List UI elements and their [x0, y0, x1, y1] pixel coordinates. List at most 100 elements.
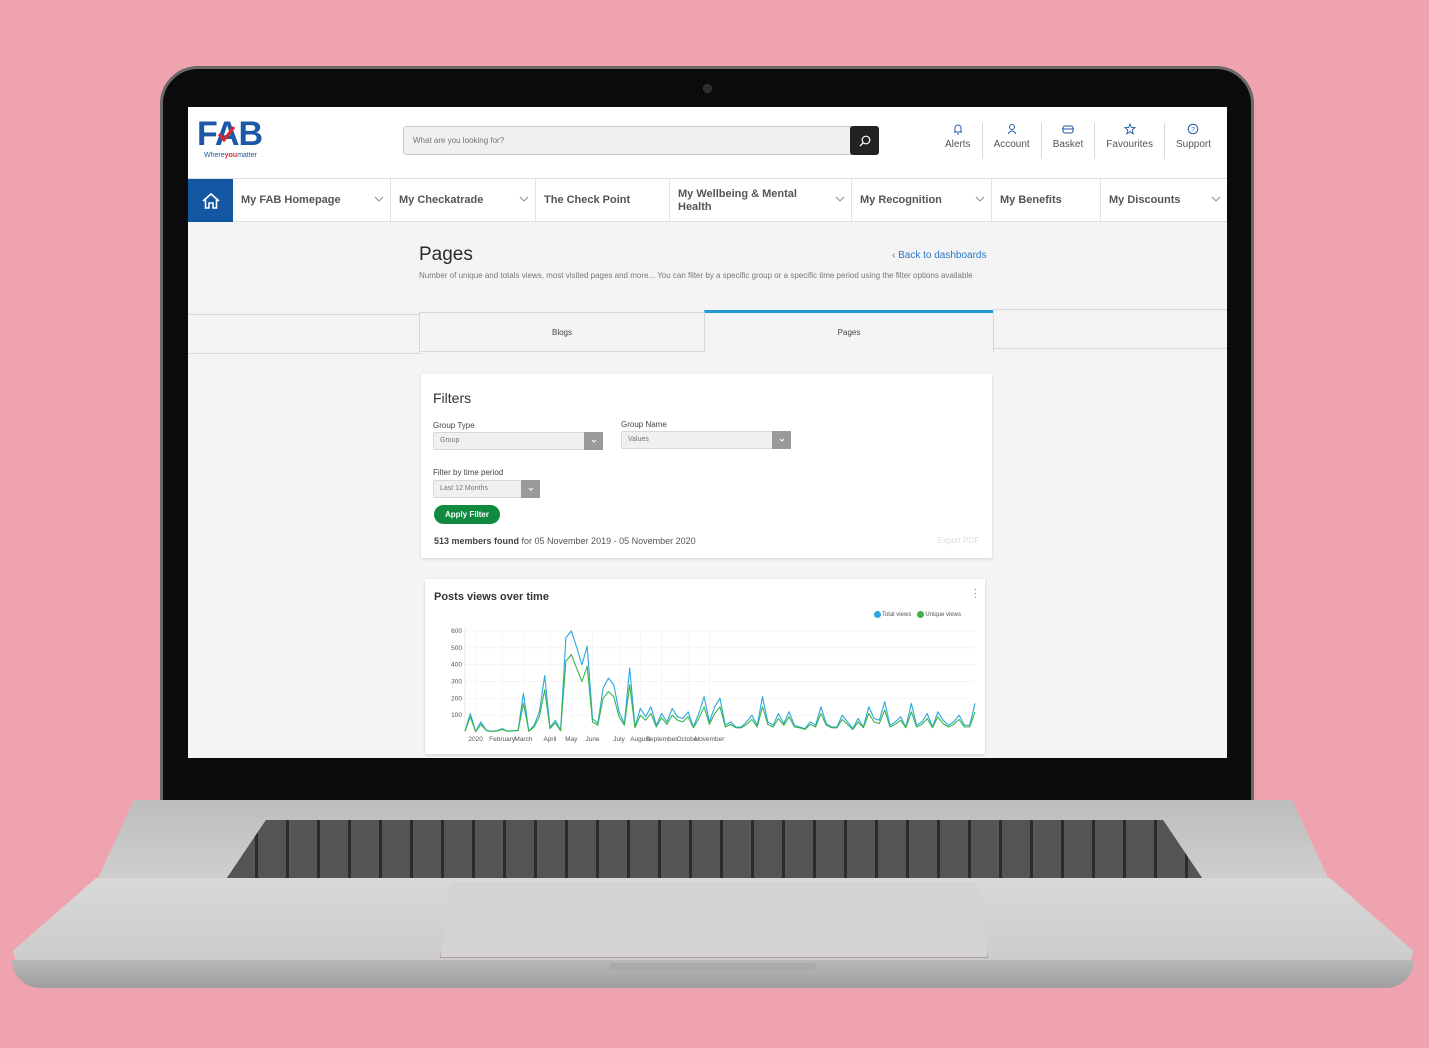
- fab-logo[interactable]: FA B Whereyoumatter: [197, 115, 263, 159]
- search-bar: [403, 126, 879, 155]
- bell-icon: [953, 124, 962, 135]
- group-name-value: Values: [628, 436, 649, 443]
- support-button[interactable]: ? Support: [1163, 123, 1222, 159]
- logo-wordmark: FA B: [197, 115, 263, 153]
- group-name-label: Group Name: [621, 420, 667, 429]
- line-chart: 100 200 300 400 500 600 2020 February March April…: [451, 627, 976, 743]
- x-tick-label: June: [585, 736, 599, 743]
- date-range: for 05 November 2019 - 05 November 2020: [519, 536, 696, 546]
- export-pdf-button[interactable]: Export PDF: [938, 536, 979, 545]
- time-period-value: Last 12 Months: [440, 485, 488, 492]
- more-options-icon[interactable]: · · ·: [974, 585, 977, 603]
- posts-views-chart-card: Posts views over time · · · Total views Un…: [425, 579, 985, 754]
- nav-item-label: My Wellbeing & Mental Health: [678, 187, 797, 213]
- group-name-dropdown-button[interactable]: [772, 431, 791, 449]
- tagline-part: matter: [237, 152, 257, 159]
- y-tick-label: 600: [451, 628, 462, 635]
- basket-icon: [1061, 125, 1074, 134]
- browser-viewport: FAB Whereyoumatter Alerts Account Basket: [188, 107, 1227, 758]
- nav-item-my-benefits[interactable]: My Benefits: [992, 179, 1101, 222]
- nav-item-label: My Benefits: [1000, 194, 1062, 206]
- apply-filter-button[interactable]: Apply Filter: [434, 505, 500, 524]
- chevron-down-icon: [1211, 196, 1221, 202]
- chevron-down-icon: [975, 196, 985, 202]
- chevron-down-icon: [519, 196, 529, 202]
- x-tick-label: November: [694, 736, 725, 743]
- results-summary: 513 members found for 05 November 2019 -…: [434, 536, 696, 546]
- x-tick-label: March: [514, 736, 532, 743]
- x-tick-label: May: [565, 736, 578, 743]
- favourites-button[interactable]: Favourites: [1094, 123, 1164, 159]
- members-found-count: 513 members found: [434, 536, 520, 546]
- page-description: Number of unique and totals views, most …: [419, 271, 973, 280]
- header-actions: Alerts Account Basket Favourites ? Suppo…: [934, 123, 1222, 159]
- nav-item-my-fab-homepage[interactable]: My FAB Homepage: [233, 179, 391, 222]
- tagline-part: Where: [204, 152, 225, 159]
- logo-letter-f: F: [197, 115, 216, 153]
- nav-item-label: My Recognition: [860, 194, 942, 206]
- group-type-value: Group: [440, 437, 460, 444]
- basket-label: Basket: [1052, 139, 1084, 150]
- tab-empty-left: [188, 314, 420, 354]
- home-icon: [201, 192, 220, 209]
- group-type-label: Group Type: [433, 421, 475, 430]
- chevron-down-icon: [779, 438, 784, 442]
- help-icon: ?: [1188, 123, 1199, 135]
- nav-item-label: The Check Point: [544, 194, 631, 206]
- series-line-unique-views: [464, 654, 976, 733]
- y-tick-label: 200: [451, 695, 462, 702]
- main-navigation: My FAB Homepage My Checkatrade The Check…: [188, 178, 1227, 222]
- y-tick-label: 100: [451, 712, 462, 719]
- alerts-button[interactable]: Alerts: [934, 123, 982, 159]
- nav-item-my-recognition[interactable]: My Recognition: [852, 179, 992, 222]
- keyboard: [227, 820, 1202, 878]
- x-tick-label: July: [613, 736, 625, 743]
- nav-item-my-checkatrade[interactable]: My Checkatrade: [391, 179, 536, 222]
- chart-title: Posts views over time: [434, 591, 549, 603]
- user-icon: [1007, 124, 1017, 135]
- basket-button[interactable]: Basket: [1040, 123, 1095, 159]
- search-button[interactable]: [850, 126, 879, 155]
- time-period-select[interactable]: Last 12 Months: [433, 480, 540, 498]
- logo-tagline: Whereyoumatter: [204, 152, 262, 159]
- nav-item-label: My FAB Homepage: [241, 194, 341, 206]
- chevron-down-icon: [528, 487, 533, 491]
- group-name-select[interactable]: Values: [621, 431, 791, 449]
- nav-item-my-discounts[interactable]: My Discounts: [1101, 179, 1227, 222]
- search-icon: [859, 135, 870, 146]
- filters-card: Filters Group Type Group Group Name Valu…: [421, 374, 992, 558]
- laptop-base: [12, 800, 1414, 990]
- webcam-icon: [703, 84, 712, 93]
- back-link-label: Back to dashboards: [898, 250, 987, 261]
- tagline-highlight: you: [224, 152, 238, 159]
- back-to-dashboards-link[interactable]: ‹ Back to dashboards: [892, 250, 987, 261]
- chevron-down-icon: [374, 196, 384, 202]
- alerts-label: Alerts: [945, 139, 971, 150]
- tab-blogs[interactable]: Blogs: [419, 312, 705, 352]
- y-tick-label: 300: [451, 679, 462, 686]
- group-type-select[interactable]: Group: [433, 432, 603, 450]
- group-type-dropdown-button[interactable]: [584, 432, 603, 450]
- svg-text:?: ?: [1192, 126, 1196, 133]
- nav-item-the-check-point[interactable]: The Check Point: [536, 179, 670, 222]
- logo-tick-icon: A: [215, 115, 240, 153]
- account-button[interactable]: Account: [981, 123, 1041, 159]
- x-tick-label: 2020: [468, 736, 483, 743]
- nav-item-label: My Discounts: [1109, 194, 1181, 206]
- favourites-label: Favourites: [1106, 139, 1153, 150]
- logo-letter-b: B: [238, 115, 263, 153]
- chevron-down-icon: [835, 196, 845, 202]
- nav-item-label: My Checkatrade: [399, 194, 484, 206]
- time-period-dropdown-button[interactable]: [521, 480, 540, 498]
- time-period-label: Filter by time period: [433, 468, 504, 477]
- tab-bar: Blogs Pages: [188, 309, 1227, 354]
- x-tick-label: February: [489, 736, 516, 743]
- tab-pages[interactable]: Pages: [704, 310, 994, 352]
- nav-item-my-wellbeing[interactable]: My Wellbeing & Mental Health: [670, 179, 852, 222]
- search-input[interactable]: [404, 127, 850, 154]
- x-tick-label: April: [543, 736, 557, 743]
- nav-home-button[interactable]: [188, 179, 233, 222]
- chevron-down-icon: [591, 439, 596, 443]
- tab-label: Blogs: [551, 327, 572, 337]
- support-label: Support: [1175, 139, 1211, 150]
